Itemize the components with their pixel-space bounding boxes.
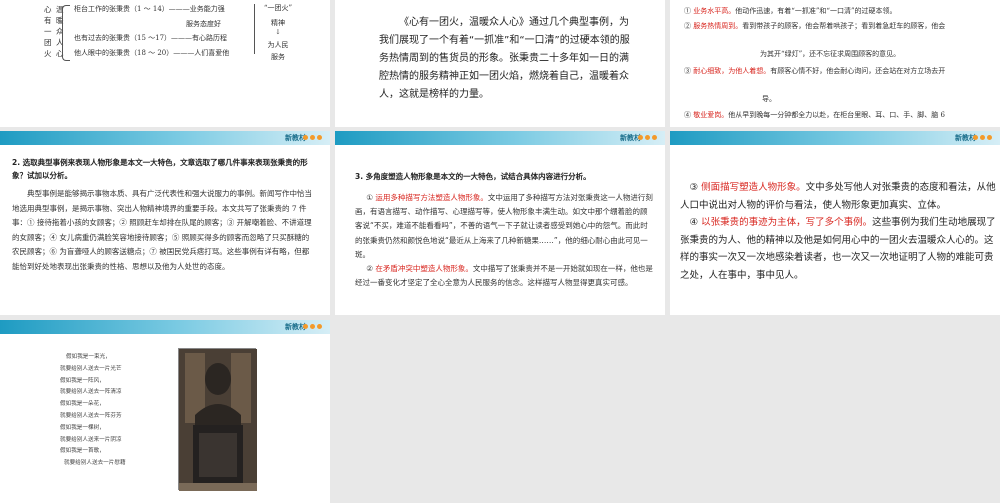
- point-detail: 文中运用了多种描写方法对张秉贵这一人物进行刻画，有语言描写、动作描写、心理描写等…: [355, 193, 653, 259]
- answer-text: 典型事例是能够揭示事物本质、具有广泛代表性和强大说服力的事例。新闻写作中恰当地选…: [12, 189, 312, 271]
- poem-line: 就要给别人送去一片光芒: [60, 365, 122, 372]
- answer-text: ③ 侧面描写塑造人物形象。文中多处写他人对张秉贵的态度和看法，从他人口中说出对人…: [680, 179, 998, 284]
- structure-row: 柜台工作的张秉贵（1 ～ 14）———业务能力强: [74, 5, 225, 13]
- trait-detail: 有顾客心情不好，他会耐心询问，还会站在对方立场去开: [770, 67, 946, 75]
- trait-highlight: 敬业爱岗。: [693, 111, 729, 119]
- note-spirit: 精神: [271, 19, 285, 27]
- header-dots-icon: [638, 135, 657, 140]
- header-dots-icon: [973, 135, 992, 140]
- point-number: ②: [366, 264, 373, 274]
- brace: [62, 5, 70, 61]
- slide-question-2: 新教材 2. 选取典型事例来表现人物形象是本文一大特色，文章选取了哪几件事来表现…: [0, 131, 330, 315]
- header-dots-icon: [303, 135, 322, 140]
- poem-line: 就要给别人送去一阵清凉: [60, 389, 122, 396]
- structure-row: 也有过去的张秉贵（15 ～17）———有心路历程: [74, 34, 228, 42]
- trait-line: 为其开“绿灯”，还不忘征求周围顾客的意见。: [760, 50, 901, 58]
- slide-poem: 新教材 假如我是一束光， 就要给别人送去一片光芒 假如我是一阵风， 就要给别人送…: [0, 320, 330, 503]
- trait-line: ③ 耐心细致，为他人着想。有顾客心情不好，他会耐心询问，还会站在对方立场去开: [684, 66, 945, 76]
- structure-rows: 柜台工作的张秉贵（1 ～ 14）———业务能力强 服务态度好 也有过去的张秉贵（…: [74, 2, 229, 60]
- trait-line: ④ 敬业爱岗。他从早到晚每一分钟都全力以赴，在柜台里眼、耳、口、手、脚、脑 6: [684, 110, 945, 120]
- slide-question-3: 新教材 3. 多角度塑造人物形象是本文的一大特色，试结合具体内容进行分析。 ① …: [335, 131, 665, 315]
- trait-highlight: 服务热情周到。: [693, 22, 743, 30]
- point-highlight: 侧面描写塑造人物形象。: [701, 182, 806, 193]
- trait-number: ③: [684, 67, 691, 75]
- point-number: ④: [689, 217, 699, 228]
- point-number: ③: [689, 182, 699, 193]
- trait-number: ②: [684, 22, 691, 30]
- answer-paragraph: ④ 以张秉贵的事迹为主体，写了多个事例。这些事例为我们生动地展现了张秉贵的为人、…: [680, 214, 998, 284]
- poem-line: 假如我是一棵树，: [60, 424, 105, 431]
- point-highlight: 运用多种描写方法塑造人物形象。: [375, 193, 488, 202]
- poem-line: 假如我是一朵花，: [60, 401, 105, 408]
- trait-highlight: 耐心细致，为他人着想。: [693, 67, 771, 75]
- answer-paragraph: ① 运用多种描写方法塑造人物形象。文中运用了多种描写方法对张秉贵这一人物进行刻画…: [355, 191, 653, 262]
- vertical-title-1: 心有一团火: [44, 5, 52, 58]
- note-serve-2: 服务: [271, 53, 285, 61]
- header-bar: 新教材: [670, 131, 1000, 145]
- trait-line: ① 业务水平高。他动作迅速，有着“一抓准”和“一口清”的过硬本领。: [684, 6, 897, 16]
- trait-detail: 他从早到晚每一分钟都全力以赴，在柜台里眼、耳、口、手、脚、脑 6: [728, 111, 945, 119]
- point-number: ①: [366, 193, 373, 202]
- slide-structure-chart: 心有一团火 温暖众人心 柜台工作的张秉贵（1 ～ 14）———业务能力强 服务态…: [0, 0, 330, 127]
- poem-line: 就要给别人送去一片慰藉: [64, 460, 126, 467]
- poem: 假如我是一束光， 就要给别人送去一片光芒 假如我是一阵风， 就要给别人送去一阵清…: [60, 352, 126, 470]
- poem-line: 假如我是一束光，: [66, 354, 111, 360]
- question-text: 2. 选取典型事例来表现人物形象是本文一大特色，文章选取了哪几件事来表现张秉贵的…: [12, 158, 308, 180]
- answer-paragraph: ② 在矛盾冲突中塑造人物形象。文中描写了张秉贵并不是一开始就如现在一样，他也是经…: [355, 262, 653, 290]
- slide-summary: 《心有一团火，温暖众人心》通过几个典型事例，为我们展现了一个有着“一抓准”和“一…: [335, 0, 665, 127]
- trait-line: 导。: [762, 95, 776, 103]
- point-highlight: 在矛盾冲突中塑造人物形象。: [375, 264, 473, 274]
- trait-detail: 看到带孩子的顾客，他会帮着哄孩子；看到着急赶车的顾客，他会: [742, 22, 946, 30]
- summary-text: 《心有一团火，温暖众人心》通过几个典型事例，为我们展现了一个有着“一抓准”和“一…: [379, 17, 630, 100]
- poem-line: 假如我是一首歌，: [60, 448, 105, 455]
- poem-line: 就要给别人送去一阵芬芳: [60, 412, 122, 419]
- note-fire: “一团火”: [263, 4, 293, 12]
- trait-highlight: 业务水平高。: [693, 7, 736, 15]
- poem-line: 假如我是一阵风，: [60, 377, 105, 384]
- note-serve-1: 为人民: [267, 41, 289, 49]
- bust-statue-photo: [178, 348, 257, 491]
- slide-traits: ① 业务水平高。他动作迅速，有着“一抓准”和“一口清”的过硬本领。 ② 服务热情…: [670, 0, 1000, 127]
- note-arrow: ↓: [275, 28, 281, 36]
- answer-text: ① 运用多种描写方法塑造人物形象。文中运用了多种描写方法对张秉贵这一人物进行刻画…: [355, 191, 653, 290]
- point-highlight: 以张秉贵的事迹为主体，写了多个事例。: [701, 217, 873, 228]
- header-bar: 新教材: [0, 131, 330, 145]
- trait-detail: 他动作迅速，有着“一抓准”和“一口清”的过硬本领。: [735, 7, 897, 15]
- structure-row: 服务态度好: [74, 19, 221, 28]
- trait-line: ② 服务热情周到。看到带孩子的顾客，他会帮着哄孩子；看到着急赶车的顾客，他会: [684, 21, 945, 31]
- trait-number: ①: [684, 7, 691, 15]
- header-bar: 新教材: [0, 320, 330, 334]
- answer-paragraph: ③ 侧面描写塑造人物形象。文中多处写他人对张秉贵的态度和看法，从他人口中说出对人…: [680, 179, 998, 214]
- trait-number: ④: [684, 111, 691, 119]
- structure-row: 他人眼中的张秉贵（18 ～ 20）———人们喜爱他: [74, 48, 230, 57]
- header-bar: 新教材: [335, 131, 665, 145]
- question-text: 3. 多角度塑造人物形象是本文的一大特色，试结合具体内容进行分析。: [355, 172, 591, 181]
- header-dots-icon: [303, 324, 322, 329]
- slide-question-3-continued: 新教材 ③ 侧面描写塑造人物形象。文中多处写他人对张秉贵的态度和看法，从他人口中…: [670, 131, 1000, 315]
- poem-line: 就要给别人送来一片阴凉: [60, 436, 122, 443]
